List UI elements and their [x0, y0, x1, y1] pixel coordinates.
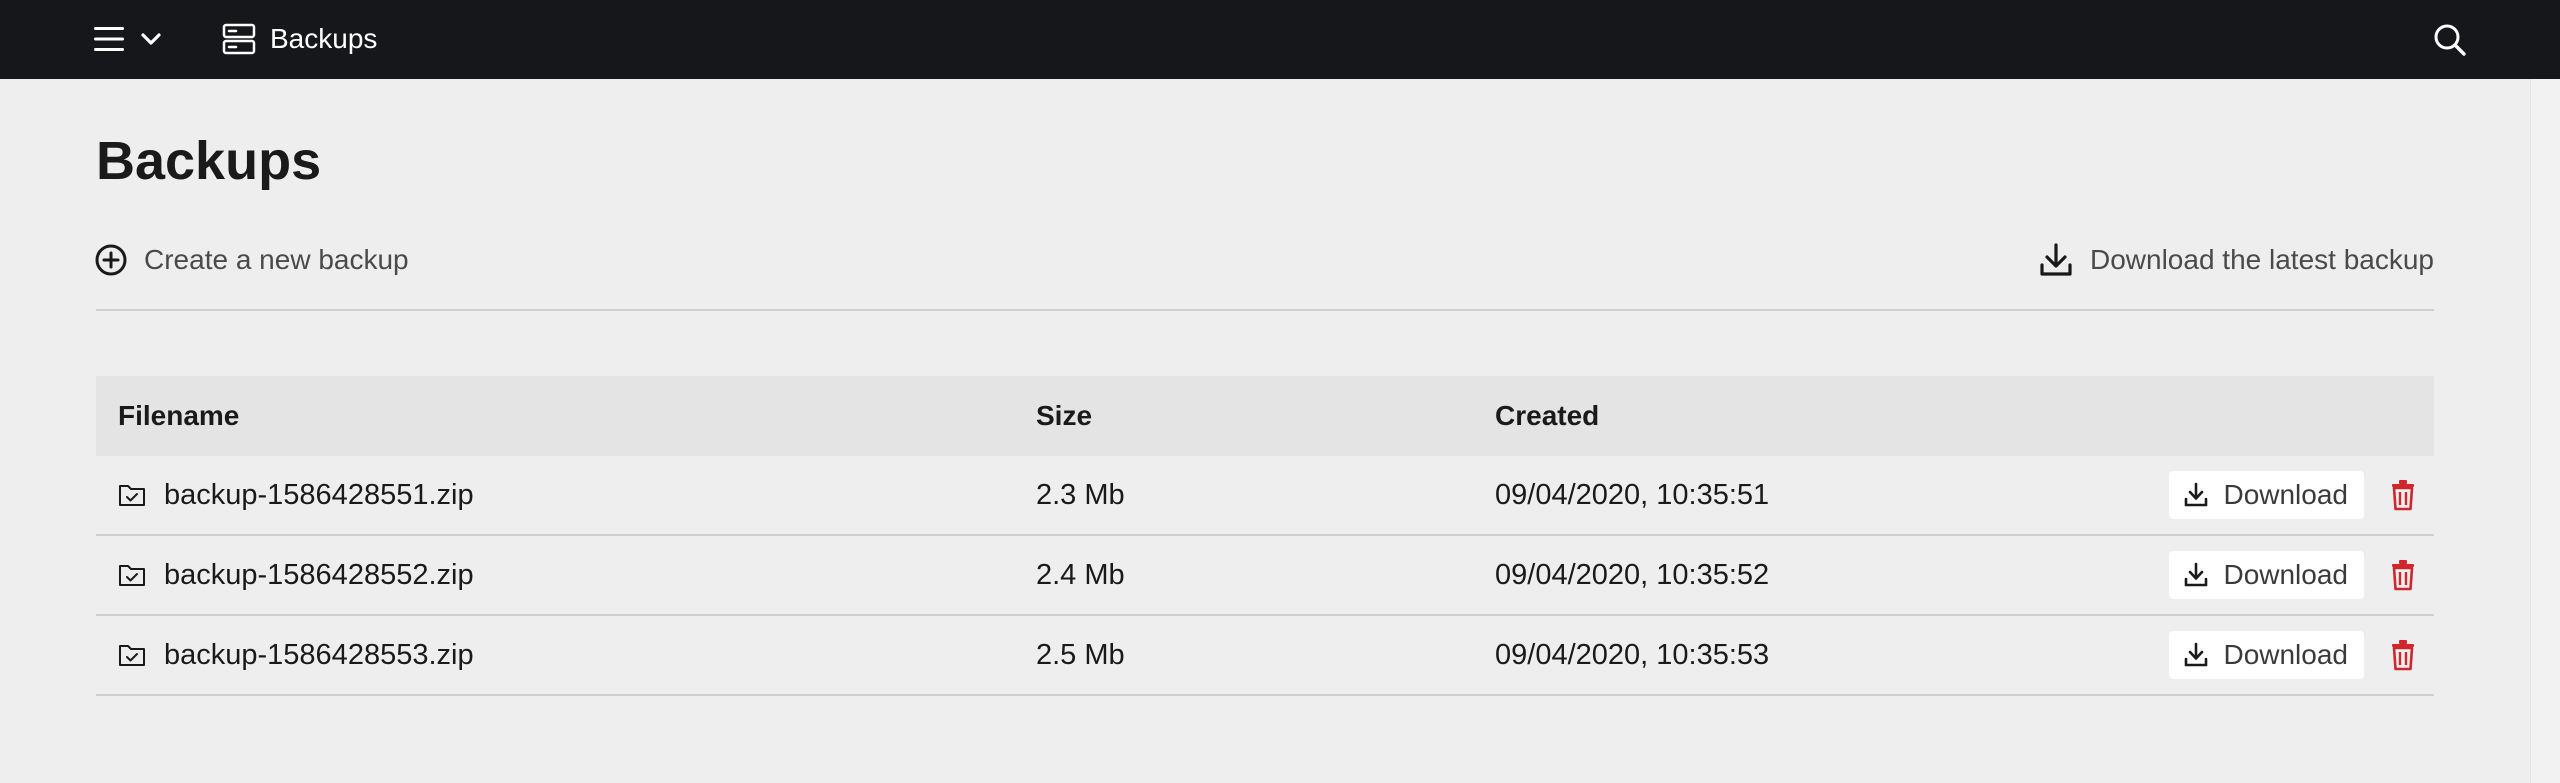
- download-label: Download: [2223, 639, 2348, 670]
- create-backup-button[interactable]: Create a new backup: [94, 240, 409, 280]
- topbar-title-text: Backups: [270, 23, 378, 54]
- row-actions: Download: [2169, 471, 2420, 519]
- download-icon: [2183, 642, 2209, 668]
- page-title: Backups: [96, 131, 322, 191]
- row-actions: Download: [2169, 551, 2420, 599]
- size-cell: 2.5 Mb: [1036, 638, 1125, 671]
- create-backup-label: Create a new backup: [144, 244, 409, 275]
- row-actions: Download: [2169, 631, 2420, 679]
- filename-text: backup-1586428552.zip: [164, 558, 474, 591]
- plus-circle-icon: [94, 243, 128, 277]
- download-button[interactable]: Download: [2169, 471, 2364, 519]
- search-button[interactable]: [2428, 18, 2472, 62]
- table-row: backup-1586428552.zip 2.4 Mb 09/04/2020,…: [96, 536, 2434, 616]
- download-latest-label: Download the latest backup: [2090, 244, 2434, 275]
- search-icon: [2432, 22, 2468, 58]
- column-header-created[interactable]: Created: [1495, 400, 1599, 432]
- download-label: Download: [2223, 479, 2348, 510]
- server-icon: [222, 23, 256, 55]
- column-header-size[interactable]: Size: [1036, 400, 1092, 432]
- backups-table: Filename Size Created backup-1586428551.…: [96, 376, 2434, 696]
- top-bar: Backups: [0, 0, 2560, 79]
- download-label: Download: [2223, 559, 2348, 590]
- trash-icon: [2389, 639, 2417, 671]
- table-row: backup-1586428553.zip 2.5 Mb 09/04/2020,…: [96, 616, 2434, 696]
- created-cell: 09/04/2020, 10:35:53: [1495, 638, 1770, 671]
- created-cell: 09/04/2020, 10:35:52: [1495, 558, 1770, 591]
- size-cell: 2.3 Mb: [1036, 478, 1125, 511]
- size-cell: 2.4 Mb: [1036, 558, 1125, 591]
- created-cell: 09/04/2020, 10:35:51: [1495, 478, 1770, 511]
- vertical-scrollbar[interactable]: [2530, 79, 2560, 783]
- filename-cell: backup-1586428551.zip: [118, 479, 474, 512]
- section-divider: [96, 309, 2434, 311]
- delete-button[interactable]: [2386, 635, 2420, 675]
- delete-button[interactable]: [2386, 475, 2420, 515]
- filename-cell: backup-1586428553.zip: [118, 639, 474, 672]
- download-icon: [2183, 482, 2209, 508]
- hamburger-icon: [92, 24, 126, 54]
- trash-icon: [2389, 559, 2417, 591]
- table-header-row: Filename Size Created: [96, 376, 2434, 456]
- download-icon: [2038, 242, 2074, 278]
- filename-text: backup-1586428553.zip: [164, 638, 474, 671]
- topbar-title: Backups: [222, 18, 377, 60]
- folder-check-icon: [118, 562, 146, 588]
- chevron-down-icon: [140, 32, 162, 46]
- download-icon: [2183, 562, 2209, 588]
- download-button[interactable]: Download: [2169, 551, 2364, 599]
- filename-text: backup-1586428551.zip: [164, 478, 474, 511]
- column-header-filename[interactable]: Filename: [118, 400, 239, 432]
- trash-icon: [2389, 479, 2417, 511]
- delete-button[interactable]: [2386, 555, 2420, 595]
- download-button[interactable]: Download: [2169, 631, 2364, 679]
- folder-check-icon: [118, 642, 146, 668]
- filename-cell: backup-1586428552.zip: [118, 559, 474, 592]
- table-row: backup-1586428551.zip 2.3 Mb 09/04/2020,…: [96, 456, 2434, 536]
- download-latest-backup-button[interactable]: Download the latest backup: [2038, 240, 2434, 280]
- folder-check-icon: [118, 482, 146, 508]
- menu-toggle-button[interactable]: [92, 16, 178, 62]
